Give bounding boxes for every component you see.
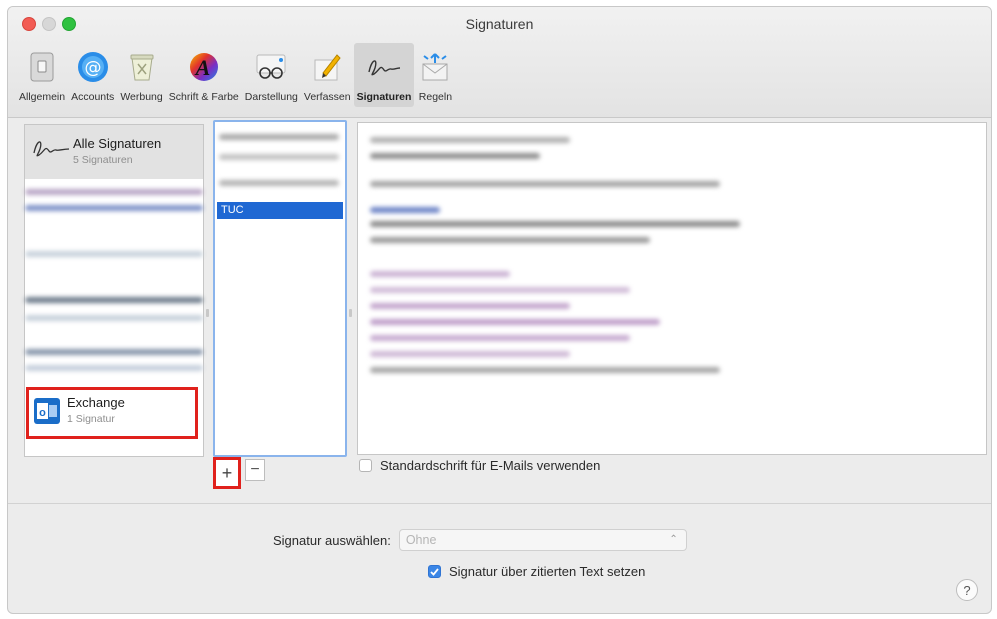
svg-text:A: A xyxy=(193,55,210,80)
quote-option-label: Signatur über zitierten Text setzen xyxy=(449,564,646,579)
redacted-preview-line xyxy=(370,319,660,325)
redacted-preview-line xyxy=(370,335,630,341)
tab-verfassen[interactable]: Verfassen xyxy=(301,43,354,107)
at-icon: @ xyxy=(75,49,111,85)
redacted-preview-line xyxy=(370,181,720,187)
std-font-checkbox[interactable] xyxy=(359,459,372,472)
redacted-preview-line xyxy=(370,351,570,357)
switch-icon xyxy=(24,49,60,85)
redacted-preview-line xyxy=(370,271,510,277)
svg-text:@: @ xyxy=(84,58,101,78)
account-name: Exchange xyxy=(67,395,125,410)
account-signature-count: 1 Signatur xyxy=(67,413,115,425)
account-all-signatures[interactable]: Alle Signaturen 5 Signaturen xyxy=(25,125,203,179)
tab-label: Werbung xyxy=(120,91,163,103)
redacted-signature-row xyxy=(219,134,339,140)
redacted-account-row xyxy=(25,205,203,211)
signature-icon xyxy=(31,137,71,164)
redacted-account-row xyxy=(25,251,203,257)
splitter-handle[interactable] xyxy=(206,309,209,317)
window-title: Signaturen xyxy=(465,16,534,32)
redacted-preview-line xyxy=(370,303,570,309)
tab-darstellung[interactable]: Darstellung xyxy=(242,43,301,107)
redacted-account-row xyxy=(25,349,203,355)
signature-item-selected[interactable]: TUC xyxy=(217,202,343,219)
tab-allgemein[interactable]: Allgemein xyxy=(16,43,68,107)
preferences-toolbar: Allgemein @ Accounts Werbung A Schrift &… xyxy=(16,43,456,107)
select-signature-label: Signatur auswählen: xyxy=(273,532,391,548)
signatures-list[interactable]: TUC xyxy=(213,120,347,457)
select-signature-value: Ohne xyxy=(405,533,437,547)
tab-label: Regeln xyxy=(418,91,453,103)
account-name: Alle Signaturen xyxy=(73,136,162,151)
tab-regeln[interactable]: Regeln xyxy=(414,43,456,107)
trash-bin-icon xyxy=(124,49,160,85)
redacted-preview-line xyxy=(370,367,720,373)
select-signature-dropdown[interactable]: Ohne ⌃ xyxy=(398,529,687,551)
signature-select-row: Signatur auswählen: Ohne ⌃ xyxy=(273,529,687,551)
redacted-account-row xyxy=(25,297,203,303)
redacted-preview-line xyxy=(370,221,740,227)
std-font-label: Standardschrift für E-Mails verwenden xyxy=(380,458,601,473)
signature-preview[interactable] xyxy=(357,122,987,455)
svg-text:o: o xyxy=(39,407,46,419)
std-font-option[interactable]: Standardschrift für E-Mails verwenden xyxy=(359,458,600,473)
splitter-handle[interactable] xyxy=(349,309,352,317)
tab-label: Allgemein xyxy=(19,91,66,103)
redacted-account-row xyxy=(25,315,203,321)
remove-signature-button[interactable]: − xyxy=(245,459,265,481)
tab-accounts[interactable]: @ Accounts xyxy=(68,43,117,107)
outlook-exchange-icon: o xyxy=(34,398,60,424)
redacted-account-row xyxy=(25,189,203,195)
tab-label: Signaturen xyxy=(356,91,412,103)
tab-label: Accounts xyxy=(71,91,115,103)
redacted-account-row xyxy=(25,365,203,371)
redacted-signature-row xyxy=(219,154,339,160)
updown-chevron-icon: ⌃ xyxy=(669,534,678,545)
quote-checkbox[interactable] xyxy=(428,565,441,578)
help-button[interactable]: ? xyxy=(956,579,978,601)
tab-label: Schrift & Farbe xyxy=(168,91,239,103)
checkmark-icon xyxy=(430,567,439,576)
redacted-preview-line xyxy=(370,287,630,293)
tab-werbung[interactable]: Werbung xyxy=(117,43,165,107)
redacted-preview-line xyxy=(370,237,650,243)
section-divider xyxy=(8,503,991,504)
tab-signaturen[interactable]: Signaturen xyxy=(353,43,415,107)
tab-schrift-farbe[interactable]: A Schrift & Farbe xyxy=(166,43,242,107)
preferences-window: Signaturen Allgemein @ Accounts Werbung xyxy=(7,6,992,614)
add-signature-button[interactable]: + xyxy=(213,457,241,489)
signature-icon xyxy=(366,49,402,85)
redacted-preview-line xyxy=(370,153,540,159)
quote-option[interactable]: Signatur über zitierten Text setzen xyxy=(428,564,645,579)
account-signature-count: 5 Signaturen xyxy=(73,154,133,166)
title-bar: Signaturen Allgemein @ Accounts Werbung xyxy=(8,7,991,118)
tab-label: Darstellung xyxy=(244,91,298,103)
redacted-preview-line xyxy=(370,207,440,213)
accounts-list[interactable]: Alle Signaturen 5 Signaturen o Exchange … xyxy=(24,124,204,457)
tab-label: Verfassen xyxy=(303,91,351,103)
glasses-icon xyxy=(253,49,289,85)
font-color-icon: A xyxy=(186,49,222,85)
rules-envelope-icon xyxy=(417,49,453,85)
pencil-icon xyxy=(309,49,345,85)
redacted-signature-row xyxy=(219,180,339,186)
account-exchange[interactable]: o Exchange 1 Signatur xyxy=(26,387,198,439)
redacted-preview-line xyxy=(370,137,570,143)
